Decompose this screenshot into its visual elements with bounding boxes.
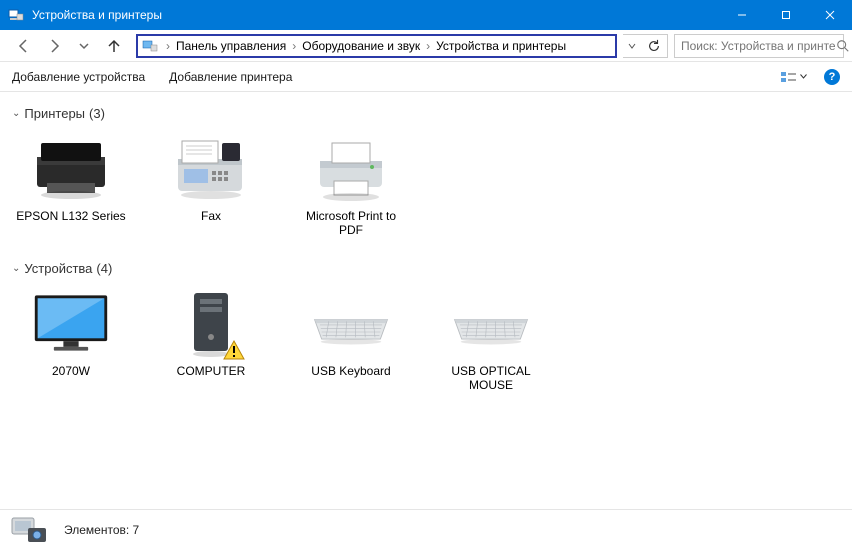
add-printer-button[interactable]: Добавление принтера xyxy=(169,70,292,84)
breadcrumb-item[interactable]: Панель управления xyxy=(172,39,290,53)
chevron-down-icon: ⌄ xyxy=(12,263,20,274)
chevron-down-icon xyxy=(800,74,807,79)
device-item[interactable]: EPSON L132 Series xyxy=(16,133,126,237)
device-item[interactable]: 2070W xyxy=(16,288,126,392)
device-label: Microsoft Print to PDF xyxy=(296,209,406,237)
address-bar[interactable]: › Панель управления › Оборудование и зву… xyxy=(136,34,617,58)
device-label: USB OPTICAL MOUSE xyxy=(436,364,546,392)
section-title: Принтеры xyxy=(24,106,85,121)
chevron-down-icon: ⌄ xyxy=(12,108,20,119)
devices-summary-icon xyxy=(10,514,50,546)
section-count: (3) xyxy=(89,106,105,121)
section-header-printers[interactable]: ⌄ Принтеры (3) xyxy=(12,100,840,127)
section-header-devices[interactable]: ⌄ Устройства (4) xyxy=(12,255,840,282)
forward-button[interactable] xyxy=(44,36,64,56)
refresh-button[interactable] xyxy=(643,35,665,57)
device-label: EPSON L132 Series xyxy=(16,209,125,223)
device-item[interactable]: USB OPTICAL MOUSE xyxy=(436,288,546,392)
add-device-button[interactable]: Добавление устройства xyxy=(12,70,145,84)
device-item[interactable]: Fax xyxy=(156,133,266,237)
printer-icon xyxy=(311,133,391,205)
keyboard-icon xyxy=(451,288,531,360)
section-count: (4) xyxy=(96,261,112,276)
view-icon xyxy=(781,71,797,83)
status-label: Элементов: xyxy=(64,523,129,537)
device-item[interactable]: USB Keyboard xyxy=(296,288,406,392)
content-area: ⌄ Принтеры (3) EPSON L132 Series xyxy=(0,92,852,509)
search-icon[interactable] xyxy=(836,39,850,53)
computer-tower-icon xyxy=(171,288,251,360)
device-label: COMPUTER xyxy=(177,364,246,378)
breadcrumb-item[interactable]: Устройства и принтеры xyxy=(432,39,570,53)
keyboard-icon xyxy=(311,288,391,360)
device-item[interactable]: COMPUTER xyxy=(156,288,266,392)
device-label: Fax xyxy=(201,209,221,223)
window-title: Устройства и принтеры xyxy=(32,8,720,22)
device-label: USB Keyboard xyxy=(311,364,390,378)
inkjet-printer-icon xyxy=(31,133,111,205)
navigation-row: › Панель управления › Оборудование и зву… xyxy=(0,30,852,62)
search-input[interactable] xyxy=(681,39,836,53)
address-history-dropdown[interactable] xyxy=(625,42,639,50)
device-label: 2070W xyxy=(52,364,90,378)
minimize-button[interactable] xyxy=(720,0,764,30)
back-button[interactable] xyxy=(14,36,34,56)
up-button[interactable] xyxy=(104,36,124,56)
help-button[interactable]: ? xyxy=(824,69,840,85)
title-bar: Устройства и принтеры xyxy=(0,0,852,30)
device-item[interactable]: Microsoft Print to PDF xyxy=(296,133,406,237)
close-button[interactable] xyxy=(808,0,852,30)
search-box[interactable] xyxy=(674,34,844,58)
warning-overlay-icon xyxy=(223,340,245,360)
chevron-right-icon[interactable]: › xyxy=(424,39,432,53)
monitor-icon xyxy=(31,288,111,360)
status-bar: Элементов: 7 xyxy=(0,509,852,549)
view-options-button[interactable] xyxy=(776,68,812,86)
section-title: Устройства xyxy=(24,261,92,276)
maximize-button[interactable] xyxy=(764,0,808,30)
control-panel-icon xyxy=(142,38,158,54)
devices-printers-appicon xyxy=(8,7,24,23)
command-bar: Добавление устройства Добавление принтер… xyxy=(0,62,852,92)
recent-dropdown[interactable] xyxy=(74,36,94,56)
chevron-right-icon[interactable]: › xyxy=(164,39,172,53)
status-count: 7 xyxy=(133,523,140,537)
breadcrumb-item[interactable]: Оборудование и звук xyxy=(298,39,424,53)
fax-icon xyxy=(171,133,251,205)
chevron-right-icon[interactable]: › xyxy=(290,39,298,53)
